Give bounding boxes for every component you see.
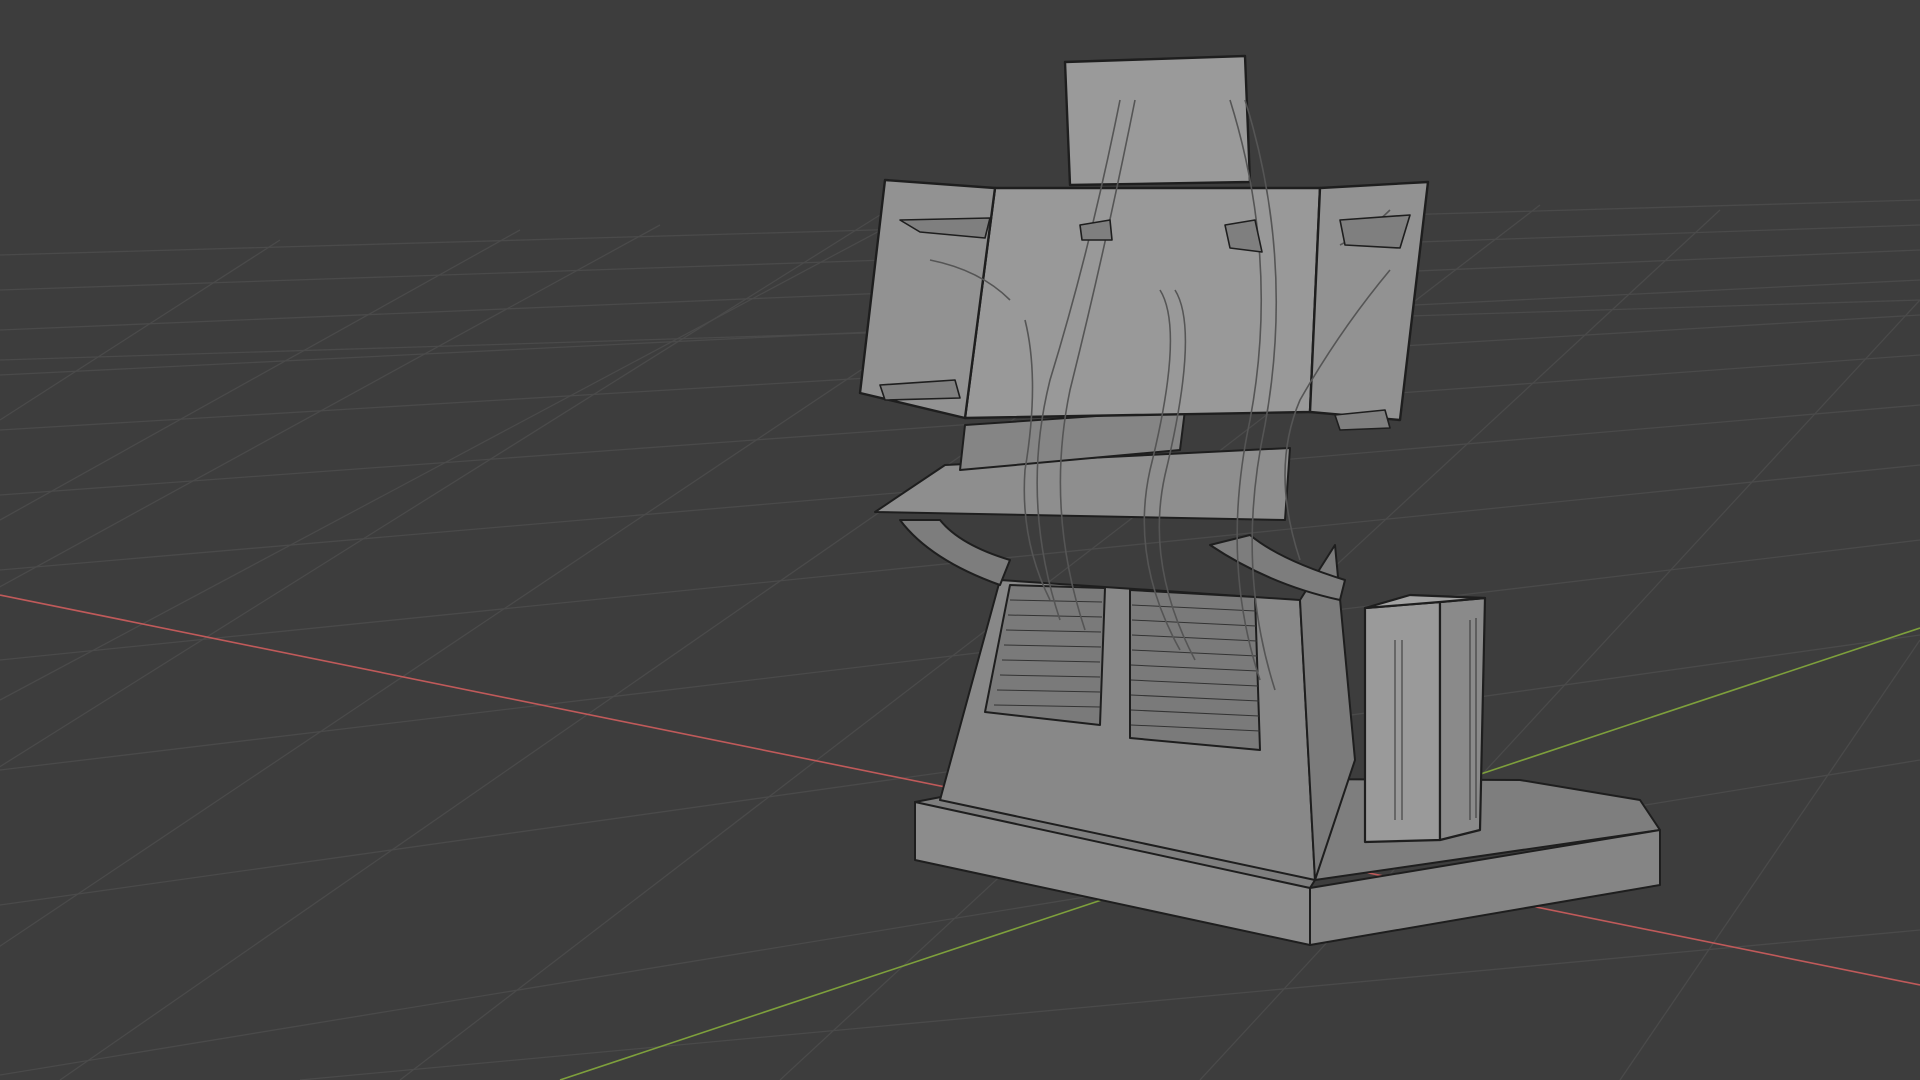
3d-viewport[interactable] [0,0,1920,1080]
top-box [1063,54,1252,187]
screen-box-front [963,186,1322,420]
shelf-curve-left [899,519,1011,586]
viewport-canvas[interactable] [0,0,1920,1080]
side-tower-side [1438,596,1487,842]
